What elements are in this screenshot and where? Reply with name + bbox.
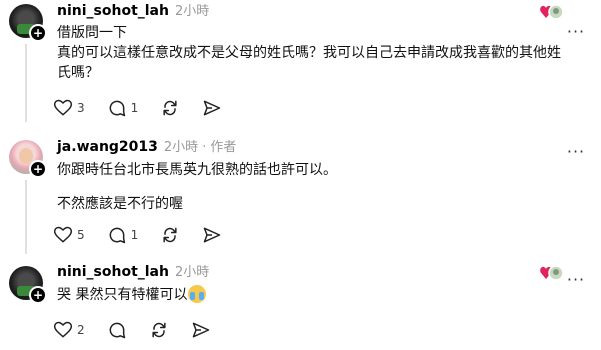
- like-count: 2: [77, 323, 85, 337]
- post-header: ja.wang2013 2小時 · 作者: [57, 138, 236, 157]
- send-icon: [204, 227, 221, 243]
- more-options-icon[interactable]: ···: [566, 144, 586, 160]
- repost-icon: [163, 227, 177, 243]
- heart-reaction-icon[interactable]: [540, 265, 564, 281]
- avatar[interactable]: +: [9, 266, 47, 304]
- thread-line: [25, 44, 27, 122]
- post-header: nini_sohot_lah 2小時: [57, 2, 209, 21]
- post-body: 你跟時任台北市長馬英九很熟的話也許可以。 不然應該是不行的喔: [57, 160, 577, 214]
- avatar[interactable]: +: [9, 4, 47, 42]
- avatar[interactable]: +: [9, 140, 47, 178]
- send-icon: [204, 100, 221, 116]
- post-actions: 2: [53, 319, 233, 341]
- post-line: 氏嗎？: [57, 65, 99, 81]
- reply-count: 1: [130, 101, 139, 115]
- comment-icon: [109, 100, 125, 117]
- repost-icon: [163, 100, 177, 116]
- reply-button[interactable]: 1: [107, 98, 139, 118]
- repost-button[interactable]: [160, 98, 180, 118]
- heart-icon: [53, 226, 73, 243]
- share-button[interactable]: [191, 320, 211, 340]
- post-actions: 3 1: [53, 97, 244, 119]
- timestamp: 2小時: [174, 4, 210, 19]
- timestamp: 2小時: [174, 265, 210, 280]
- post-line: 真的可以這樣任意改成不是父母的姓氏嗎？我可以自己去申請改成我喜歡的其他姓: [57, 45, 561, 61]
- like-count: 3: [77, 101, 85, 115]
- share-button[interactable]: [202, 225, 222, 245]
- crying-emoji-icon: [188, 285, 207, 303]
- post-actions: 5 1: [53, 224, 244, 246]
- timestamp: 2小時: [163, 140, 199, 155]
- heart-icon: [53, 321, 73, 338]
- post-line: 不然應該是不行的喔: [57, 196, 183, 212]
- separator: ·: [202, 140, 207, 155]
- repost-button[interactable]: [160, 225, 180, 245]
- heart-icon: [53, 99, 73, 116]
- author-badge: 作者: [210, 140, 237, 155]
- send-icon: [192, 322, 209, 338]
- repost-button[interactable]: [149, 320, 169, 340]
- username[interactable]: nini_sohot_lah: [57, 3, 169, 19]
- reply-button[interactable]: 1: [107, 225, 139, 245]
- like-button[interactable]: 3: [53, 98, 85, 118]
- post-header: nini_sohot_lah 2小時: [57, 263, 209, 282]
- post-text: 哭 果然只有特權可以: [57, 287, 188, 303]
- share-button[interactable]: [202, 98, 222, 118]
- follow-plus-icon[interactable]: +: [29, 160, 47, 178]
- follow-plus-icon[interactable]: +: [29, 24, 47, 42]
- repost-icon: [152, 322, 166, 338]
- post-line: 哭 果然只有特權可以: [57, 285, 577, 305]
- reply-count: 1: [130, 228, 139, 242]
- username[interactable]: nini_sohot_lah: [57, 264, 169, 280]
- username[interactable]: ja.wang2013: [57, 139, 158, 155]
- comment-icon: [109, 322, 125, 339]
- like-count: 5: [77, 228, 85, 242]
- post-line: 你跟時任台北市長馬英九很熟的話也許可以。: [57, 162, 337, 178]
- thread-line: [25, 180, 27, 254]
- follow-plus-icon[interactable]: +: [29, 286, 47, 304]
- comment-icon: [109, 227, 125, 244]
- post-line: 借版問一下: [57, 25, 127, 41]
- like-button[interactable]: 5: [53, 225, 85, 245]
- heart-reaction-icon[interactable]: [540, 4, 564, 20]
- more-options-icon[interactable]: ···: [566, 272, 586, 288]
- reply-button[interactable]: [107, 320, 127, 340]
- post-body: 哭 果然只有特權可以: [57, 285, 577, 305]
- like-button[interactable]: 2: [53, 320, 85, 340]
- post-body: 借版問一下 真的可以這樣任意改成不是父母的姓氏嗎？我可以自己去申請改成我喜歡的其…: [57, 23, 577, 83]
